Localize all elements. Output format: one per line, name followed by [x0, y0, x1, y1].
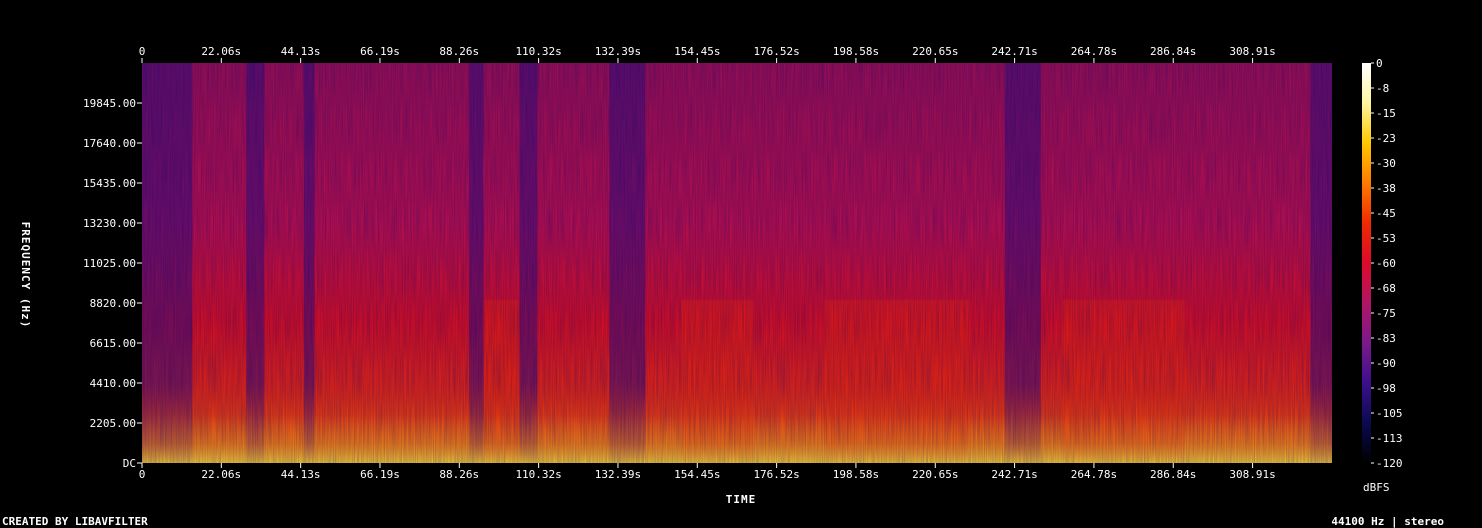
colorbar-tick-label: -75: [1376, 307, 1396, 320]
y-tick-label: 17640.00: [83, 137, 136, 150]
x-tick-label-bottom: 308.91s: [1229, 468, 1275, 481]
y-tick-label: 4410.00: [90, 377, 136, 390]
x-tick-label-bottom: 154.45s: [674, 468, 720, 481]
x-tick-label-bottom: 110.32s: [515, 468, 561, 481]
x-tick-label-bottom: 66.19s: [360, 468, 400, 481]
y-tick-label: 8820.00: [90, 297, 136, 310]
colorbar-tick-label: -105: [1376, 407, 1403, 420]
x-tick-label-bottom: 198.58s: [833, 468, 879, 481]
colorbar-tick-label: -83: [1376, 332, 1396, 345]
footer-credit: CREATED BY LIBAVFILTER: [2, 515, 148, 528]
spectrogram-plot: [142, 63, 1332, 463]
x-tick-label-top: 154.45s: [674, 45, 720, 58]
colorbar-tick-label: -120: [1376, 457, 1403, 470]
x-tick-label-top: 264.78s: [1071, 45, 1117, 58]
x-tick-label-top: 308.91s: [1229, 45, 1275, 58]
colorbar-tick-label: -53: [1376, 232, 1396, 245]
x-tick-label-bottom: 220.65s: [912, 468, 958, 481]
x-tick-label-top: 220.65s: [912, 45, 958, 58]
spectrogram-texture: [142, 63, 1332, 463]
colorbar-tick-label: -38: [1376, 182, 1396, 195]
colorbar-gradient: [1362, 63, 1371, 463]
colorbar-tick-label: -23: [1376, 132, 1396, 145]
x-tick-label-top: 286.84s: [1150, 45, 1196, 58]
x-tick-label-top: 132.39s: [595, 45, 641, 58]
y-tick-label: 15435.00: [83, 177, 136, 190]
x-tick-label-top: 198.58s: [833, 45, 879, 58]
y-tick-label: 13230.00: [83, 217, 136, 230]
x-tick-label-bottom: 286.84s: [1150, 468, 1196, 481]
x-tick-label-bottom: 0: [139, 468, 146, 481]
colorbar-tick-label: -30: [1376, 157, 1396, 170]
colorbar: 0 -8 -15 -23 -30 -38 -45 -53 -60 -68 -75 -83 -90 -98 -…: [1362, 57, 1403, 494]
footer-info: 44100 Hz | stereo: [1331, 515, 1444, 528]
x-tick-label-bottom: 176.52s: [753, 468, 799, 481]
y-axis-title: FREQUENCY (Hz): [19, 222, 32, 329]
y-tick-label: 2205.00: [90, 417, 136, 430]
x-tick-label-bottom: 88.26s: [439, 468, 479, 481]
colorbar-tick-label: -8: [1376, 82, 1389, 95]
colorbar-tick-label: -15: [1376, 107, 1396, 120]
y-tick-label: DC: [123, 457, 136, 470]
x-tick-label-top: 176.52s: [753, 45, 799, 58]
x-tick-label-bottom: 132.39s: [595, 468, 641, 481]
spectrogram-chart: 0 22.06s 44.13s 66.19s 88.26s 110.32s 132.39s 1…: [2, 45, 1444, 528]
y-tick-label: 6615.00: [90, 337, 136, 350]
x-tick-label-top: 66.19s: [360, 45, 400, 58]
x-tick-label-bottom: 264.78s: [1071, 468, 1117, 481]
y-tick-label: 11025.00: [83, 257, 136, 270]
colorbar-label: dBFS: [1363, 481, 1390, 494]
colorbar-tick-label: -113: [1376, 432, 1403, 445]
x-tick-label-top: 242.71s: [991, 45, 1037, 58]
y-axis: DC 2205.00 4410.00 6615.00 8820.00 11025.00 13…: [83, 97, 142, 470]
x-tick-label-top: 22.06s: [201, 45, 241, 58]
x-axis-title: TIME: [726, 493, 757, 506]
colorbar-tick-label: 0: [1376, 57, 1383, 70]
x-tick-label-top: 44.13s: [281, 45, 321, 58]
colorbar-ticks: 0 -8 -15 -23 -30 -38 -45 -53 -60 -68 -75 -83 -90 -98 -…: [1371, 57, 1403, 470]
x-tick-label-top: 110.32s: [515, 45, 561, 58]
x-tick-label-top: 88.26s: [439, 45, 479, 58]
colorbar-tick-label: -68: [1376, 282, 1396, 295]
x-tick-label-bottom: 22.06s: [201, 468, 241, 481]
colorbar-tick-label: -98: [1376, 382, 1396, 395]
x-tick-label-top: 0: [139, 45, 146, 58]
colorbar-tick-label: -45: [1376, 207, 1396, 220]
colorbar-tick-label: -90: [1376, 357, 1396, 370]
y-tick-label: 19845.00: [83, 97, 136, 110]
x-axis-top: 0 22.06s 44.13s 66.19s 88.26s 110.32s 132.39s 1…: [139, 45, 1276, 63]
x-tick-label-bottom: 242.71s: [991, 468, 1037, 481]
x-tick-label-bottom: 44.13s: [281, 468, 321, 481]
x-axis-bottom: 0 22.06s 44.13s 66.19s 88.26s 110.32s 132.39s 1…: [139, 463, 1276, 481]
colorbar-tick-label: -60: [1376, 257, 1396, 270]
